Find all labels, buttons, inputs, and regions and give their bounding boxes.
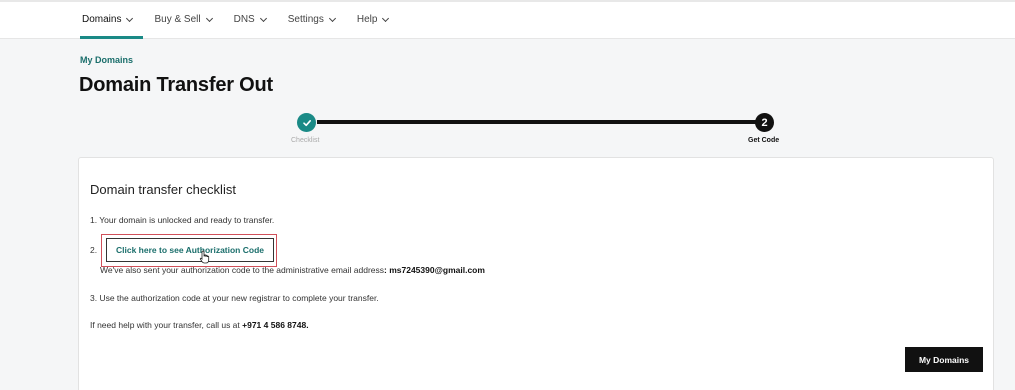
step-label-checklist: Checklist [291, 137, 320, 144]
nav-item-label: Help [356, 14, 378, 25]
page-title: Domain Transfer Out [79, 74, 274, 96]
checklist-item-1: 1. Your domain is unlocked and ready to … [90, 215, 275, 225]
chevron-down-icon [328, 14, 336, 22]
nav-item-domains[interactable]: Domains [80, 0, 144, 39]
help-notice: If need help with your transfer, call us… [90, 320, 309, 330]
nav-item-label: DNS [233, 14, 255, 25]
check-icon [302, 119, 311, 126]
email-notice-text: We've also sent your authorization code … [100, 265, 385, 275]
nav-item-label: Domains [82, 14, 122, 25]
chevron-down-icon [205, 14, 213, 22]
help-phone: +971 4 586 8748. [242, 320, 309, 330]
nav-item-help[interactable]: Help [346, 0, 400, 39]
nav-item-label: Buy & Sell [154, 14, 201, 25]
step-label-get-code: Get Code [748, 137, 780, 144]
main-nav: Domains Buy & Sell DNS Settings Help [80, 0, 399, 39]
card-title: Domain transfer checklist [90, 182, 236, 197]
nav-item-buy-sell[interactable]: Buy & Sell [143, 0, 222, 39]
step-get-code-current: 2 [755, 113, 774, 132]
show-authorization-code-button[interactable]: Click here to see Authorization Code [106, 238, 274, 262]
chevron-down-icon [126, 14, 134, 22]
checklist-item-3: 3. Use the authorization code at your ne… [90, 293, 379, 303]
email-address: ms7245390@gmail.com [389, 265, 485, 275]
email-notice: We've also sent your authorization code … [100, 265, 485, 275]
breadcrumb-my-domains[interactable]: My Domains [80, 55, 133, 65]
chevron-down-icon [382, 14, 390, 22]
chevron-down-icon [259, 14, 267, 22]
stepper-progress-line [317, 120, 757, 124]
help-text: If need help with your transfer, call us… [90, 320, 243, 330]
nav-item-settings[interactable]: Settings [277, 0, 346, 39]
nav-item-dns[interactable]: DNS [223, 0, 277, 39]
transfer-checklist-card: Domain transfer checklist 1. Your domain… [78, 157, 994, 390]
step-checklist-complete [297, 113, 316, 132]
checklist-item-2-number: 2. [90, 245, 98, 255]
my-domains-button[interactable]: My Domains [905, 347, 983, 372]
top-navigation-bar: Domains Buy & Sell DNS Settings Help [0, 0, 1015, 39]
nav-item-label: Settings [287, 14, 324, 25]
hand-pointer-cursor-icon [199, 250, 210, 264]
